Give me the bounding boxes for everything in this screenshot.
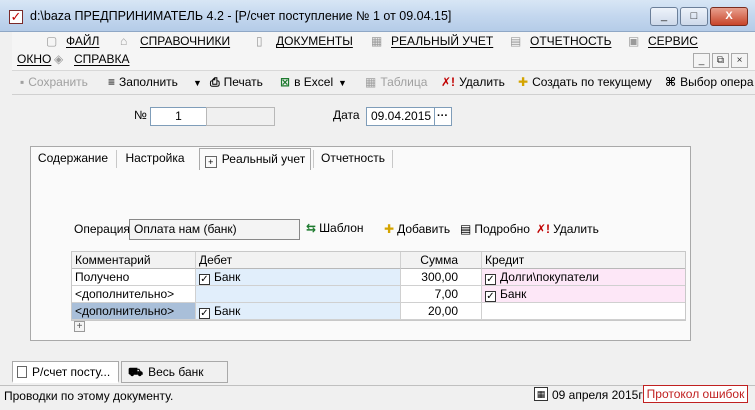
- tab-separator: [392, 150, 393, 168]
- status-date: 09 апреля 2015г: [552, 388, 643, 402]
- document-icon: ▯: [256, 34, 263, 48]
- table-button[interactable]: ▦ Таблица: [365, 75, 427, 91]
- cell-debit[interactable]: ✓ Банк: [196, 269, 401, 286]
- help-icon: ◈: [54, 52, 64, 66]
- cell-sum[interactable]: 20,00: [401, 303, 482, 320]
- cell-comment[interactable]: Получено: [72, 269, 196, 286]
- cell-sum[interactable]: 300,00: [401, 269, 482, 286]
- cell-credit[interactable]: ✓ Банк: [482, 286, 685, 303]
- app-icon: ✓: [9, 9, 23, 24]
- error-log-button[interactable]: Протокол ошибок: [643, 385, 748, 403]
- file-icon: ▢: [46, 34, 58, 48]
- column-header-debit[interactable]: Дебет: [196, 252, 401, 269]
- delete-button[interactable]: ✗! Удалить: [441, 75, 505, 91]
- fill-button[interactable]: ≡ Заполнить: [108, 75, 178, 91]
- cell-credit[interactable]: [482, 303, 685, 320]
- plus-icon: ✚: [384, 222, 395, 236]
- document-icon: [17, 366, 27, 378]
- book-icon: ⌂: [120, 34, 128, 48]
- excel-button[interactable]: ⊠ в Excel: [280, 75, 333, 91]
- date-picker-button[interactable]: ···: [434, 107, 452, 126]
- maximize-button[interactable]: □: [680, 7, 708, 26]
- window-title: d:\baza ПРЕДПРИНИМАТЕЛЬ 4.2 - [Р/счет по…: [30, 9, 452, 23]
- date-field[interactable]: 09.04.2015: [366, 107, 435, 126]
- cell-debit[interactable]: [196, 286, 401, 303]
- mdi-close-button[interactable]: ×: [731, 53, 748, 68]
- cell-comment[interactable]: <дополнительно>: [72, 286, 196, 303]
- column-header-comment[interactable]: Комментарий: [72, 252, 196, 269]
- number-field[interactable]: 1: [150, 107, 207, 126]
- close-button[interactable]: X: [710, 7, 748, 26]
- checkbox-icon[interactable]: ✓: [485, 274, 496, 285]
- template-button[interactable]: ⇆ Шаблон: [306, 221, 364, 235]
- checkbox-icon[interactable]: ✓: [485, 291, 496, 302]
- plus-icon: ✚: [518, 75, 529, 89]
- menu-real-accounting[interactable]: ▦ РЕАЛЬНЫЙ УЧЕТ: [371, 34, 493, 51]
- tab-separator: [313, 150, 314, 168]
- calendar-icon: ▦: [534, 387, 548, 401]
- tab-content[interactable]: Содержание: [34, 148, 112, 170]
- add-button[interactable]: ✚ Добавить: [384, 222, 450, 236]
- menu-file[interactable]: ▢ ФАЙЛ: [46, 34, 99, 51]
- menu-directories[interactable]: ⌂ СПРАВОЧНИКИ: [120, 34, 230, 51]
- bottom-tab-all-bank[interactable]: ⛟ Весь банк: [121, 361, 228, 383]
- tab-separator: [116, 150, 117, 168]
- mdi-minimize-button[interactable]: _: [693, 53, 710, 68]
- cell-sum[interactable]: 7,00: [401, 286, 482, 303]
- menu-documents[interactable]: ▯ ДОКУМЕНТЫ: [256, 34, 353, 51]
- print-button[interactable]: ⎙ Печать: [210, 75, 263, 91]
- menu-reports[interactable]: ▤ ОТЧЕТНОСТЬ: [510, 34, 611, 51]
- date-label: Дата: [333, 108, 360, 122]
- bottom-tab-account[interactable]: Р/счет посту...: [12, 361, 119, 383]
- operation-field[interactable]: Оплата нам (банк): [129, 219, 300, 240]
- choose-operation-button[interactable]: ⌘ Выбор опера: [665, 75, 754, 91]
- status-text: Проводки по этому документу.: [4, 389, 174, 403]
- checkbox-icon[interactable]: ✓: [199, 308, 210, 319]
- menu-help[interactable]: ◈ СПРАВКА: [54, 52, 130, 69]
- tab-real-accounting[interactable]: + Реальный учет: [199, 148, 311, 170]
- excel-dropdown-icon[interactable]: ▼: [338, 78, 347, 94]
- column-header-credit[interactable]: Кредит: [482, 252, 685, 269]
- menu-window[interactable]: ОКНО: [17, 52, 51, 69]
- report-icon: ▤: [510, 34, 522, 48]
- bank-icon: ⛟: [128, 365, 144, 379]
- delete-icon: ✗!: [536, 222, 551, 236]
- details-icon: ▤: [460, 222, 472, 236]
- number-label: №: [134, 108, 147, 122]
- delete-icon: ✗!: [441, 75, 456, 89]
- cell-comment-selected[interactable]: <дополнительно>: [72, 303, 196, 320]
- printer-icon: ⎙: [210, 75, 220, 89]
- checkbox-icon[interactable]: ✓: [199, 274, 210, 285]
- save-button[interactable]: ▪ Сохранить: [20, 75, 88, 91]
- minimize-button[interactable]: _: [650, 7, 678, 26]
- save-icon: ▪: [20, 75, 25, 89]
- details-button[interactable]: ▤ Подробно: [460, 222, 530, 236]
- table-icon: ▦: [365, 75, 377, 89]
- number-suffix-field: [206, 107, 275, 126]
- tab-settings[interactable]: Настройка: [120, 148, 190, 170]
- create-from-current-button[interactable]: ✚ Создать по текущему: [518, 75, 652, 91]
- menu-service[interactable]: ▣ СЕРВИС: [628, 34, 698, 51]
- column-header-sum[interactable]: Сумма: [401, 252, 482, 269]
- add-row-icon[interactable]: +: [74, 321, 85, 332]
- tab-reports[interactable]: Отчетность: [316, 148, 390, 170]
- fill-dropdown-icon[interactable]: ▼: [193, 78, 202, 94]
- fill-icon: ≡: [108, 75, 116, 89]
- select-icon: ⌘: [665, 75, 677, 89]
- excel-icon: ⊠: [280, 75, 291, 89]
- mdi-restore-button[interactable]: ⧉: [712, 53, 729, 68]
- page-icon: +: [204, 156, 217, 168]
- delete-row-button[interactable]: ✗! Удалить: [536, 222, 599, 236]
- ledger-icon: ▦: [371, 34, 383, 48]
- template-icon: ⇆: [306, 221, 317, 235]
- operation-label: Операция: [74, 222, 130, 236]
- cell-credit[interactable]: ✓ Долги\покупатели: [482, 269, 685, 286]
- cell-debit[interactable]: ✓ Банк: [196, 303, 401, 320]
- service-icon: ▣: [628, 34, 640, 48]
